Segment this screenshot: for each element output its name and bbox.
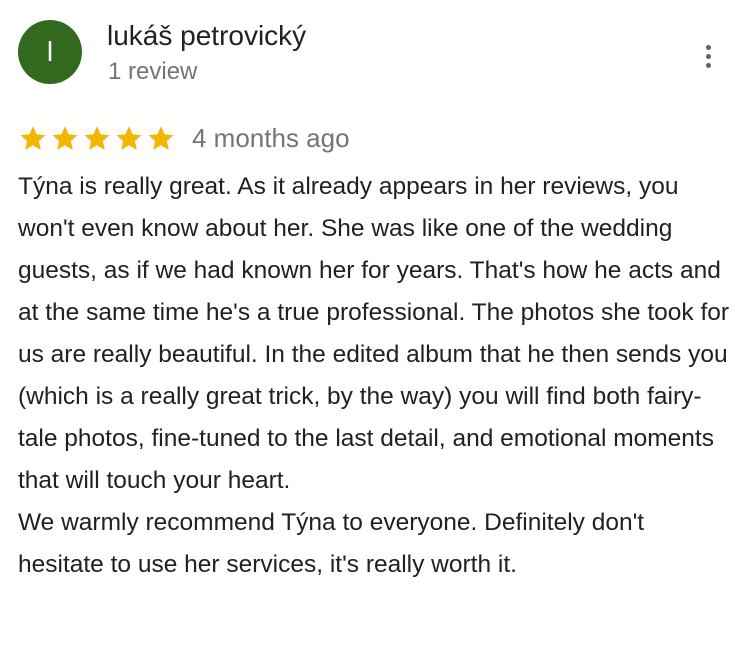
- rating-row: 4 months ago: [18, 120, 350, 156]
- review-text: Týna is really great. As it already appe…: [18, 166, 734, 586]
- review-card: l lukáš petrovický 1 review 4 months ago…: [0, 0, 752, 650]
- star-icon: [18, 123, 48, 153]
- author-name[interactable]: lukáš petrovický: [107, 20, 306, 52]
- review-paragraph-2: We warmly recommend Týna to everyone. De…: [18, 509, 645, 578]
- star-icon: [50, 123, 80, 153]
- more-options-button[interactable]: [694, 40, 722, 72]
- review-date: 4 months ago: [192, 122, 350, 153]
- review-paragraph-1: Týna is really great. As it already appe…: [18, 173, 730, 494]
- author-review-count[interactable]: 1 review: [108, 58, 197, 86]
- star-rating: [18, 123, 178, 153]
- more-vert-icon: [705, 44, 711, 68]
- avatar-initial: l: [46, 36, 54, 67]
- star-icon: [82, 123, 112, 153]
- avatar[interactable]: l: [18, 20, 82, 84]
- star-icon: [114, 123, 144, 153]
- star-icon: [146, 123, 176, 153]
